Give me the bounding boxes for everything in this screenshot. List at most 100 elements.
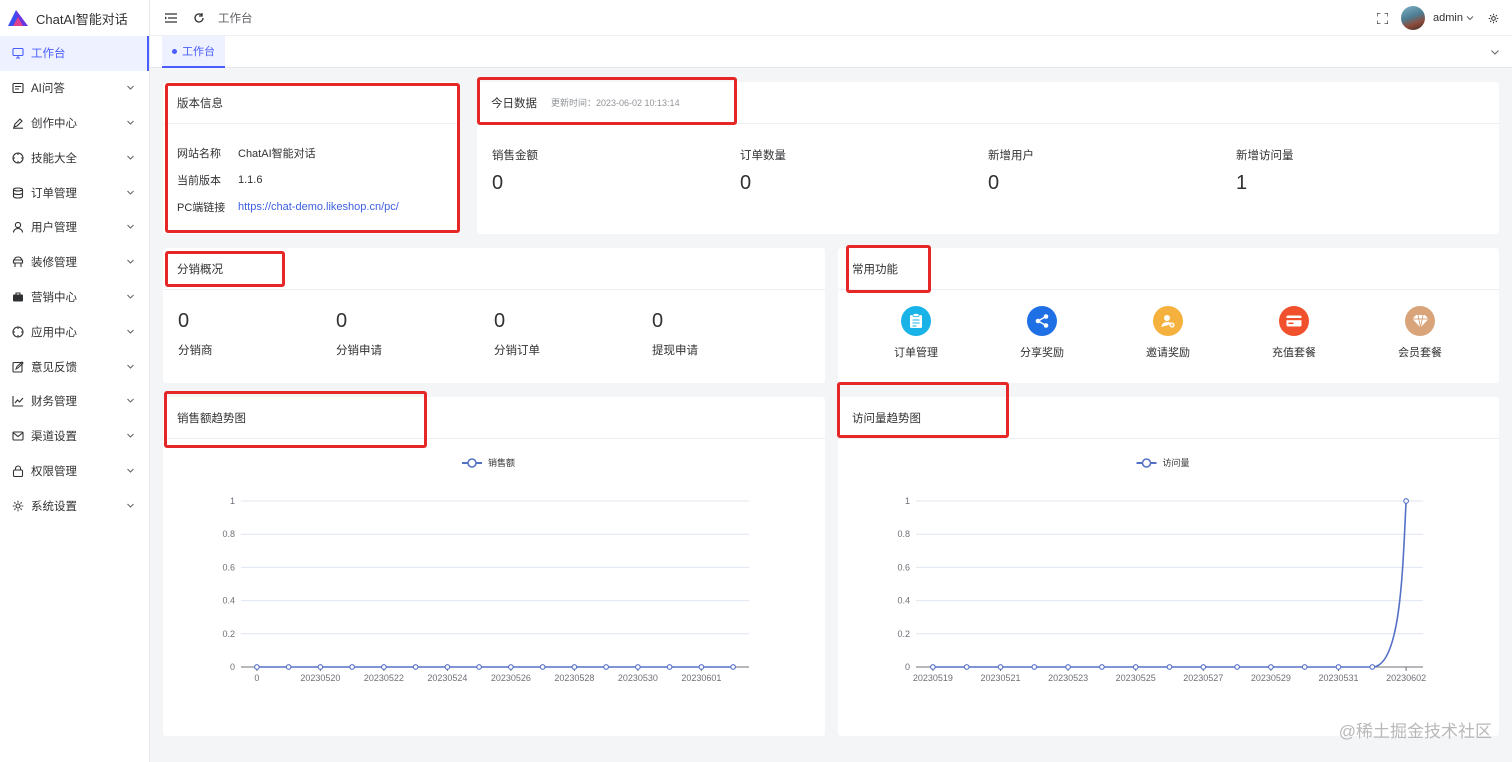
monitor-icon xyxy=(12,47,24,59)
data-point xyxy=(698,664,705,670)
stat-label: 分销商 xyxy=(178,345,213,357)
sidebar-item-0[interactable]: 工作台 xyxy=(0,36,149,71)
data-point xyxy=(254,664,260,670)
chevron-down-icon xyxy=(127,503,134,508)
invite-icon xyxy=(1153,306,1183,336)
sidebar-item-label: 订单管理 xyxy=(31,187,77,200)
logo-icon xyxy=(8,10,28,26)
sidebar-item-1[interactable]: AI问答 xyxy=(0,71,149,106)
legend-marker xyxy=(467,458,477,468)
chevron-down-icon xyxy=(127,329,134,334)
chevron-down-icon xyxy=(127,190,134,195)
site-name-row: 网站名称 ChatAI智能对话 xyxy=(163,139,459,166)
username[interactable]: admin xyxy=(1433,12,1463,24)
x-tick-label: 20230528 xyxy=(554,673,594,683)
data-point xyxy=(997,664,1004,670)
refresh-icon[interactable] xyxy=(192,11,206,25)
sidebar-item-6[interactable]: 装修管理 xyxy=(0,245,149,280)
sidebar-item-10[interactable]: 财务管理 xyxy=(0,384,149,419)
visits-trend-card: 访问量趋势图 访问量 0 0.2 0.4 0.6 0.8 1 20230519 20230521… xyxy=(838,397,1499,736)
func-recharge-package[interactable]: 充值套餐 xyxy=(1259,306,1329,360)
func-order-management[interactable]: 订单管理 xyxy=(881,306,951,360)
y-tick-label: 0.4 xyxy=(897,596,910,606)
func-label: 订单管理 xyxy=(894,347,938,359)
x-tick-label: 20230531 xyxy=(1318,673,1358,683)
sidebar-item-9[interactable]: 意见反馈 xyxy=(0,349,149,384)
sidebar-item-7[interactable]: 营销中心 xyxy=(0,280,149,315)
pc-link-row: PC端链接 https://chat-demo.likeshop.cn/pc/ xyxy=(163,193,459,220)
sidebar-item-13[interactable]: 系统设置 xyxy=(0,488,149,523)
edit-icon xyxy=(12,360,24,373)
sidebar-item-label: 技能大全 xyxy=(31,152,77,165)
sidebar-item-11[interactable]: 渠道设置 xyxy=(0,419,149,454)
share-icon xyxy=(1027,306,1057,336)
stat-label: 分销申请 xyxy=(336,345,382,357)
chevron-down-icon xyxy=(127,225,134,230)
y-tick-label: 0.2 xyxy=(222,629,235,639)
data-point xyxy=(508,664,514,670)
chevron-down-icon xyxy=(127,468,134,473)
x-tick-label: 20230525 xyxy=(1116,673,1156,683)
sidebar-item-5[interactable]: 用户管理 xyxy=(0,210,149,245)
func-share-reward[interactable]: 分享奖励 xyxy=(1007,306,1077,360)
stat-sales: 销售金额 0 xyxy=(492,147,538,195)
sidebar-item-4[interactable]: 订单管理 xyxy=(0,175,149,210)
chevron-down-icon[interactable] xyxy=(1466,14,1474,22)
sidebar-item-3[interactable]: 技能大全 xyxy=(0,140,149,175)
data-point xyxy=(317,664,324,670)
func-invite-reward[interactable]: 邀请奖励 xyxy=(1133,306,1203,360)
x-tick-label: 20230527 xyxy=(1183,673,1223,683)
data-point xyxy=(349,664,355,670)
pc-link[interactable]: https://chat-demo.likeshop.cn/pc/ xyxy=(238,201,399,213)
sidebar-item-8[interactable]: 应用中心 xyxy=(0,314,149,349)
visits-trend-chart: 访问量 0 0.2 0.4 0.6 0.8 1 20230519 20230521 2023052… xyxy=(897,457,1426,683)
series-line xyxy=(932,500,1407,668)
stat-label: 分销订单 xyxy=(494,345,540,357)
stat-label: 订单数量 xyxy=(740,150,786,162)
compass-icon xyxy=(12,326,24,338)
today-data-header: 今日数据 更新时间：2023-06-02 10:13:14 xyxy=(477,82,1499,124)
stat-distributors: 0 分销商 xyxy=(178,310,213,358)
pc-link-label: PC端链接 xyxy=(177,201,226,214)
tab-bar: 工作台 xyxy=(150,36,1512,68)
settings-gear-icon[interactable] xyxy=(1486,11,1500,25)
x-tick-label: 20230521 xyxy=(980,673,1020,683)
chevron-down-icon xyxy=(127,364,134,369)
collapse-menu-icon[interactable] xyxy=(164,11,178,25)
data-point xyxy=(666,664,673,670)
avatar[interactable] xyxy=(1401,6,1426,30)
data-point xyxy=(730,664,736,670)
tab-workbench[interactable]: 工作台 xyxy=(162,36,225,68)
version-label: 当前版本 xyxy=(177,174,221,187)
stat-new-users: 新增用户 0 xyxy=(988,147,1034,195)
sidebar-item-label: 装修管理 xyxy=(31,257,77,270)
y-tick-label: 1 xyxy=(905,496,910,506)
fullscreen-icon[interactable] xyxy=(1375,11,1389,25)
x-tick-label: 20230519 xyxy=(913,673,953,683)
y-tick-label: 0.6 xyxy=(897,562,910,572)
func-membership-package[interactable]: 会员套餐 xyxy=(1385,306,1455,360)
stat-distribution-applications: 0 分销申请 xyxy=(336,310,382,358)
sidebar-item-12[interactable]: 权限管理 xyxy=(0,454,149,489)
x-tick-label: 20230523 xyxy=(1048,673,1088,683)
data-point xyxy=(412,664,419,670)
site-name-label: 网站名称 xyxy=(177,147,221,160)
sidebar-item-2[interactable]: 创作中心 xyxy=(0,106,149,141)
chart-icon xyxy=(12,395,24,407)
stat-value: 0 xyxy=(988,172,1000,194)
tabs-dropdown-icon[interactable] xyxy=(1490,47,1500,57)
legend-marker xyxy=(1141,458,1152,468)
site-name-value: ChatAI智能对话 xyxy=(238,147,316,160)
func-label: 会员套餐 xyxy=(1398,347,1442,359)
x-tick-label: 20230524 xyxy=(427,673,467,683)
common-functions-title: 常用功能 xyxy=(838,248,1499,290)
chevron-down-icon xyxy=(127,259,134,264)
chevron-down-icon xyxy=(127,294,134,299)
data-point xyxy=(1403,498,1409,504)
sales-trend-title: 销售额趋势图 xyxy=(163,397,825,439)
x-tick-label: 20230526 xyxy=(491,673,531,683)
stat-value: 0 xyxy=(178,310,190,332)
x-tick-label: 20230520 xyxy=(300,673,340,683)
logo[interactable]: ChatAI智能对话 xyxy=(0,0,149,36)
diamond-icon xyxy=(1405,306,1435,336)
